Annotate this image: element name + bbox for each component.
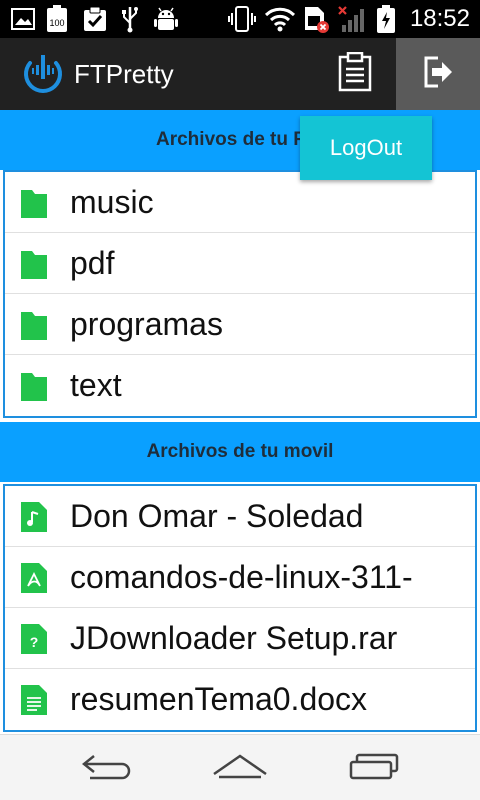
list-item-label: pdf	[70, 245, 115, 281]
list-item[interactable]: ? JDownloader Setup.rar	[5, 608, 475, 669]
list-item-label: programas	[70, 306, 223, 342]
folder-icon	[21, 371, 47, 401]
list-item[interactable]: Don Omar - Soledad	[5, 486, 475, 547]
vibrate-icon	[228, 5, 256, 33]
list-item-label: music	[70, 184, 154, 220]
app-logo-icon[interactable]	[20, 51, 66, 97]
usb-icon	[118, 5, 142, 33]
clipboard-button[interactable]	[320, 38, 390, 110]
back-icon	[80, 752, 136, 787]
status-bar: 100 18:52	[0, 0, 480, 38]
logout-menu-item[interactable]: LogOut	[300, 116, 432, 180]
logout-button[interactable]	[396, 38, 480, 110]
logout-icon	[422, 54, 454, 95]
list-item-label: text	[70, 367, 122, 403]
folder-icon	[21, 249, 47, 279]
back-button[interactable]	[76, 749, 140, 789]
audio-file-icon	[21, 502, 47, 532]
action-bar: FTPretty	[0, 38, 480, 110]
battery-100-icon: 100	[44, 5, 70, 33]
svg-text:?: ?	[30, 634, 39, 650]
list-item[interactable]: pdf	[5, 233, 475, 294]
navigation-bar	[0, 734, 480, 800]
document-file-icon	[21, 685, 47, 715]
list-item[interactable]: text	[5, 355, 475, 416]
home-button[interactable]	[208, 749, 272, 789]
pdf-file-icon	[21, 563, 47, 593]
app-title: FTPretty	[74, 59, 174, 89]
gallery-icon	[10, 5, 36, 33]
list-item-label: JDownloader Setup.rar	[70, 620, 398, 656]
status-time: 18:52	[409, 5, 470, 32]
list-item-label: Don Omar - Soledad	[70, 498, 364, 534]
clipboard-check-icon	[82, 5, 108, 33]
section-header-movil: Archivos de tu movil	[0, 422, 480, 482]
clipboard-icon	[338, 51, 372, 97]
list-item[interactable]: programas	[5, 294, 475, 355]
list-item-label: comandos-de-linux-311-	[70, 559, 413, 595]
list-item-label: resumenTema0.docx	[70, 681, 368, 717]
sim-error-icon	[302, 5, 332, 33]
android-debug-icon	[152, 5, 180, 33]
list-item[interactable]: resumenTema0.docx	[5, 669, 475, 730]
folder-icon	[21, 188, 47, 218]
folder-icon	[21, 310, 47, 340]
logout-menu-label: LogOut	[329, 135, 403, 160]
wifi-icon	[264, 5, 296, 33]
battery-charging-icon	[374, 5, 398, 33]
signal-off-icon	[338, 5, 368, 33]
section-header-pc-label: Archivos de tu P	[156, 129, 306, 150]
list-item[interactable]: music	[5, 172, 475, 233]
recent-apps-button[interactable]	[342, 749, 406, 789]
recent-apps-icon	[347, 752, 401, 787]
section-header-movil-label: Archivos de tu movil	[146, 441, 334, 462]
pc-file-list: music pdf programas text	[3, 170, 477, 418]
list-item[interactable]: comandos-de-linux-311-	[5, 547, 475, 608]
movil-file-list: Don Omar - Soledad comandos-de-linux-311…	[3, 484, 477, 732]
svg-text:100: 100	[49, 18, 64, 28]
home-icon	[211, 752, 269, 787]
unknown-file-icon: ?	[21, 624, 47, 654]
